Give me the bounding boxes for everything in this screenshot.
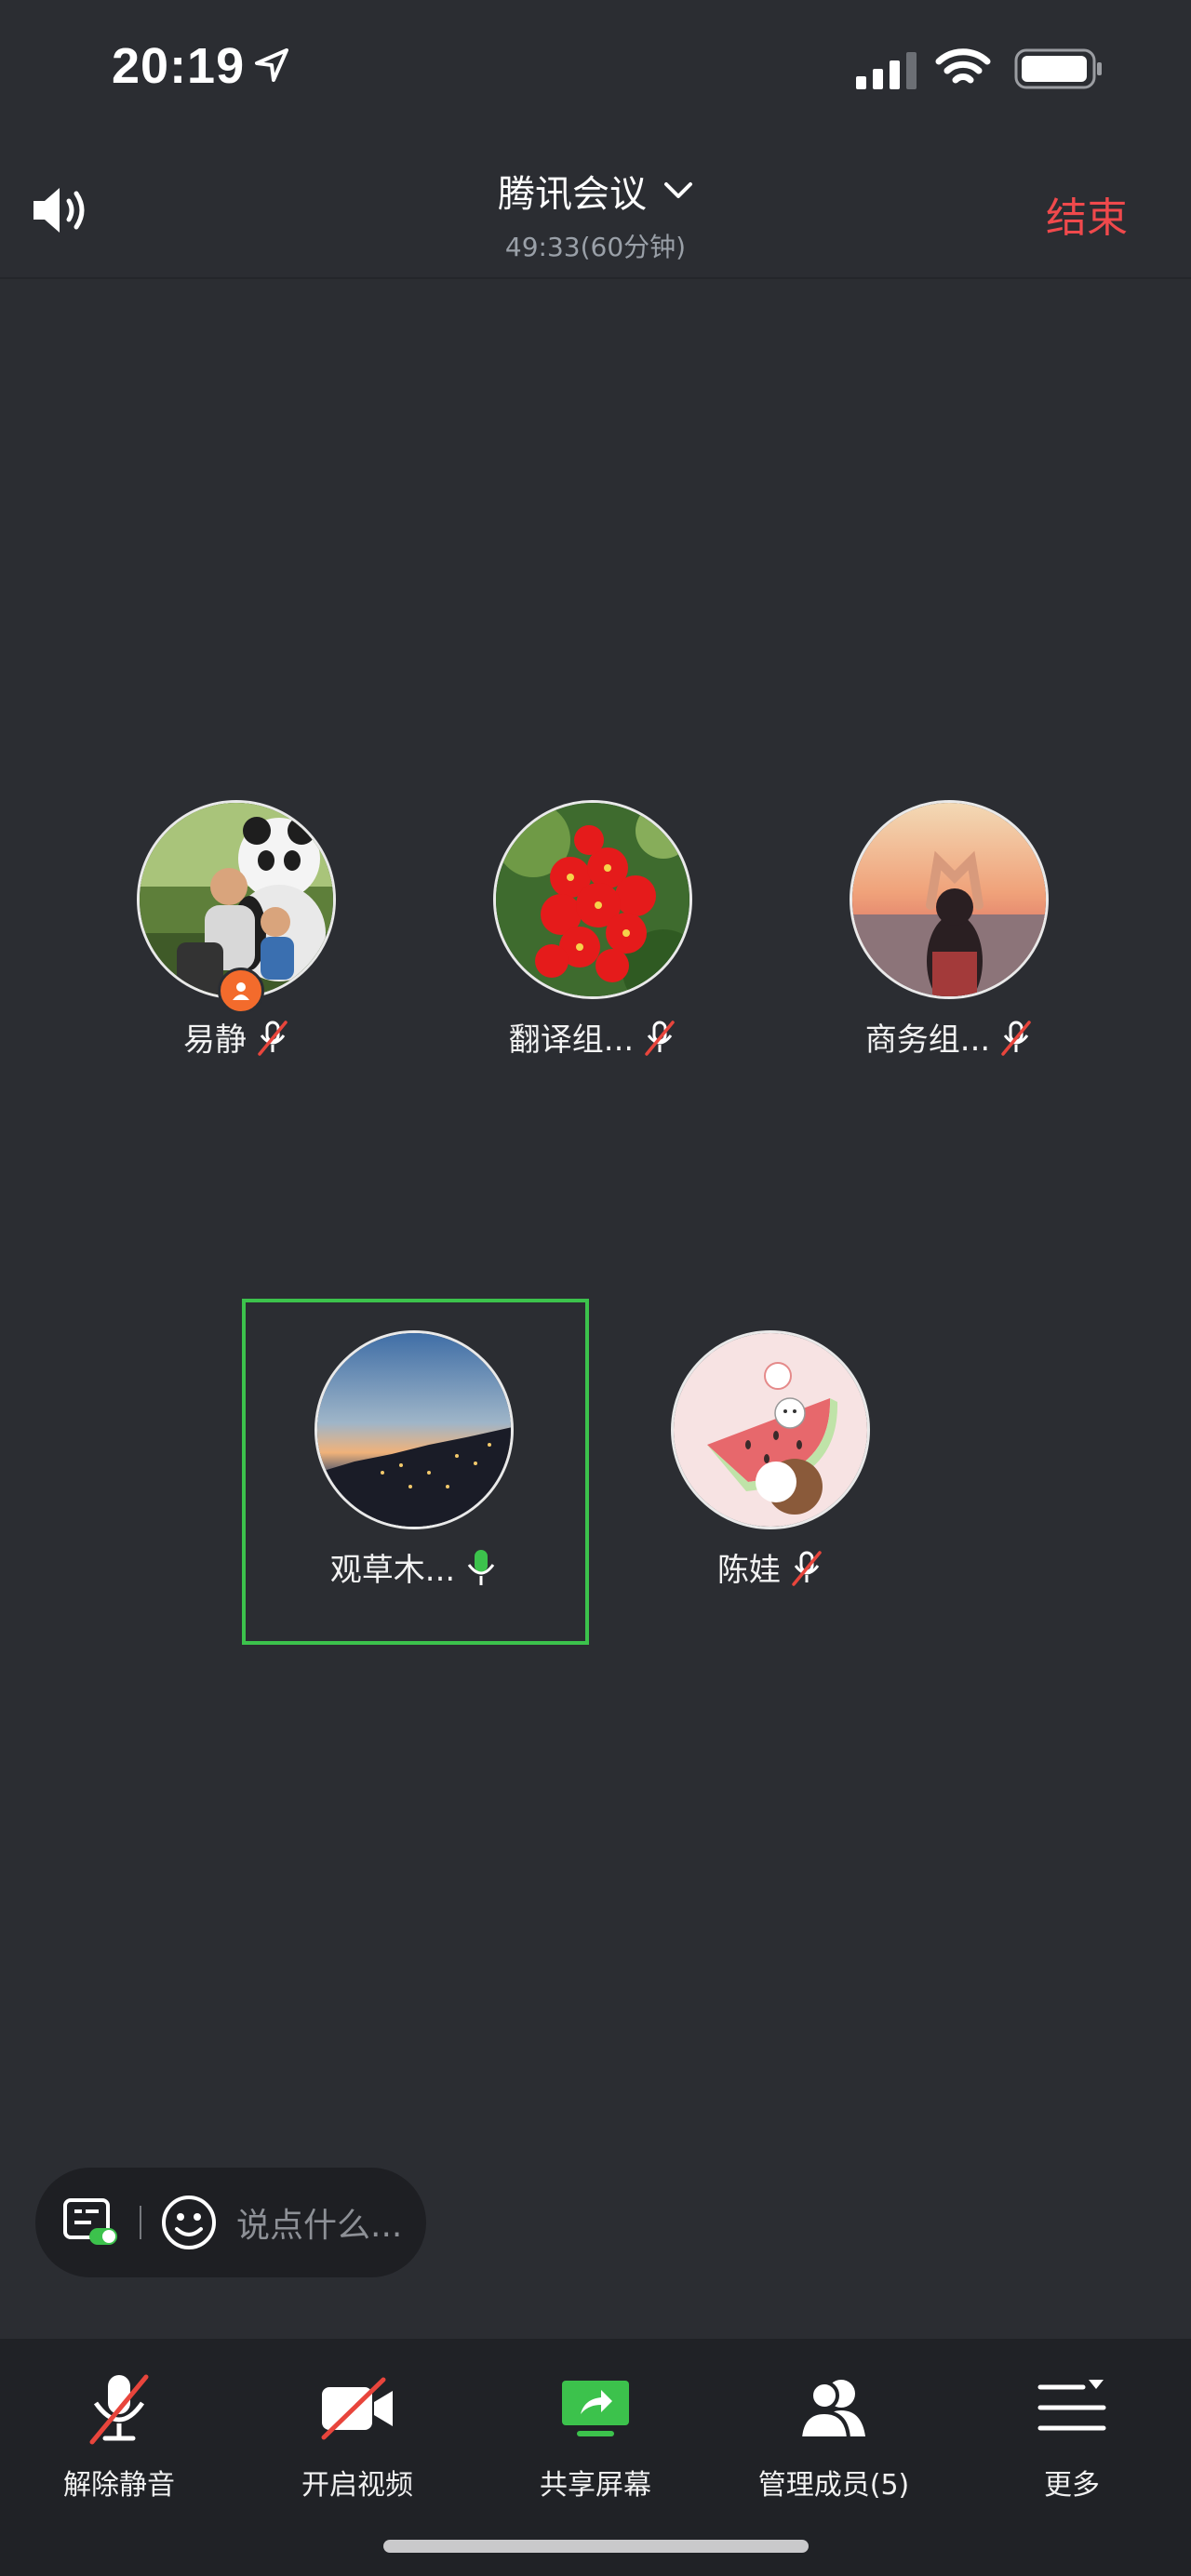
avatar <box>314 1330 514 1529</box>
mic-muted-icon <box>258 1020 288 1056</box>
more-menu-icon <box>1037 2380 1106 2431</box>
more-button[interactable]: 更多 <box>953 2367 1191 2503</box>
participant-name: 易静 <box>183 1021 247 1059</box>
meeting-header: 腾讯会议 49:33(60分钟) 结束 <box>0 140 1191 279</box>
battery-icon <box>1014 48 1102 89</box>
participant-name-row: 观草木... <box>276 1544 552 1590</box>
participant-tile[interactable]: 易静 <box>99 800 341 1059</box>
location-arrow-icon <box>255 48 288 82</box>
participant-tile[interactable]: 观草木... <box>276 1330 518 1589</box>
participant-tile[interactable]: 翻译组... <box>455 800 697 1059</box>
participant-name: 陈娃 <box>717 1552 781 1589</box>
clock: 20:19 <box>112 38 246 94</box>
mic-muted-icon <box>645 1020 675 1056</box>
chat-placeholder[interactable]: 说点什么... <box>236 2198 402 2247</box>
wifi-icon <box>935 48 991 84</box>
divider <box>140 2206 141 2239</box>
home-indicator <box>383 2540 809 2553</box>
avatar <box>493 800 692 999</box>
status-bar: 20:19 <box>0 0 1191 140</box>
participant-name: 商务组... <box>864 1021 991 1059</box>
unmute-label: 解除静音 <box>63 2469 175 2502</box>
members-icon <box>797 2380 865 2440</box>
more-label: 更多 <box>1044 2469 1100 2502</box>
share-screen-icon <box>562 2381 629 2436</box>
manage-members-label: 管理成员(5) <box>757 2469 910 2502</box>
mic-muted-icon <box>792 1550 822 1586</box>
participant-tile[interactable]: 陈娃 <box>633 1330 875 1589</box>
start-video-label: 开启视频 <box>301 2469 413 2502</box>
mic-speaking-icon <box>468 1549 495 1585</box>
participant-name-row: 陈娃 <box>633 1544 908 1590</box>
mic-muted-icon <box>89 2374 149 2445</box>
participant-name-row: 商务组... <box>811 1014 1087 1060</box>
avatar <box>671 1330 870 1529</box>
participant-name: 翻译组... <box>508 1021 635 1059</box>
manage-members-button[interactable]: 管理成员(5) <box>715 2367 953 2503</box>
participant-name-row: 翻译组... <box>455 1014 730 1060</box>
share-screen-label: 共享屏幕 <box>540 2469 651 2502</box>
end-meeting-button[interactable]: 结束 <box>1046 184 1128 244</box>
meeting-title[interactable]: 腾讯会议 <box>0 164 1191 218</box>
share-screen-button[interactable]: 共享屏幕 <box>476 2367 715 2503</box>
participant-tile[interactable]: 商务组... <box>811 800 1053 1059</box>
unmute-button[interactable]: 解除静音 <box>0 2367 238 2503</box>
video-off-icon <box>321 2377 393 2440</box>
avatar <box>850 800 1049 999</box>
start-video-button[interactable]: 开启视频 <box>238 2367 476 2503</box>
subtitle-toggle-icon[interactable] <box>61 2196 119 2249</box>
chevron-down-icon <box>664 182 692 198</box>
meeting-title-text: 腾讯会议 <box>498 173 647 216</box>
cellular-signal-icon <box>856 52 917 89</box>
participant-name-row: 易静 <box>99 1014 374 1060</box>
mic-muted-icon <box>1001 1020 1031 1056</box>
participant-name: 观草木... <box>329 1552 456 1589</box>
emoji-icon[interactable] <box>160 2194 218 2251</box>
host-badge-icon <box>218 968 264 1014</box>
meeting-timer: 49:33(60分钟) <box>504 232 687 262</box>
bottom-toolbar: 解除静音 开启视频 共享屏幕 管理成员(5) 更多 <box>0 2339 1191 2576</box>
chat-input-bar[interactable]: 说点什么... <box>35 2168 426 2277</box>
